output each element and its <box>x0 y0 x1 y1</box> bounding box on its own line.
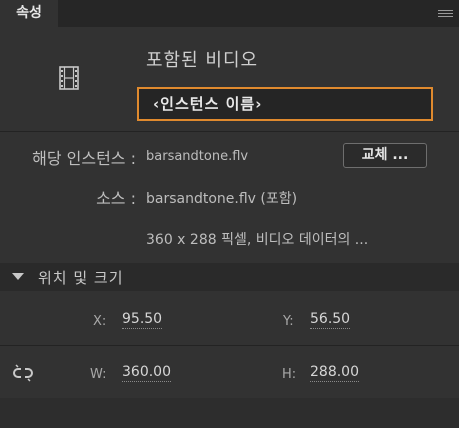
h-label: H: <box>282 367 297 382</box>
section-title: 위치 및 크기 <box>38 269 124 287</box>
swap-button[interactable]: 교체 ... <box>343 143 427 168</box>
h-value[interactable]: 288.00 <box>310 364 359 382</box>
x-value[interactable]: 95.50 <box>122 311 163 329</box>
panel-footer <box>0 398 459 428</box>
w-label: W: <box>90 367 107 382</box>
instance-of-value: barsandtone.flv <box>146 149 249 164</box>
source-value: barsandtone.flv (포함) <box>146 191 298 207</box>
panel-menu-icon[interactable] <box>438 10 453 19</box>
tab-bar <box>0 0 459 27</box>
w-value[interactable]: 360.00 <box>122 364 171 382</box>
x-label: X: <box>93 314 107 329</box>
source-label: 소스 : <box>96 189 136 208</box>
symbol-type-label: 포함된 비디오 <box>146 50 259 71</box>
film-strip-icon <box>59 66 79 90</box>
link-icon[interactable] <box>12 362 34 384</box>
source-info: 360 x 288 픽셀, 비디오 데이터의 ... <box>146 232 369 248</box>
collapse-triangle-icon[interactable] <box>12 273 24 280</box>
y-label: Y: <box>283 314 294 329</box>
instance-of-label: 해당 인스턴스 : <box>32 149 136 168</box>
divider <box>0 131 459 132</box>
tab-properties[interactable]: 속성 <box>0 0 58 27</box>
y-value[interactable]: 56.50 <box>310 311 351 329</box>
divider <box>0 345 459 346</box>
instance-name-input[interactable]: ‹인스턴스 이름› <box>137 87 433 121</box>
